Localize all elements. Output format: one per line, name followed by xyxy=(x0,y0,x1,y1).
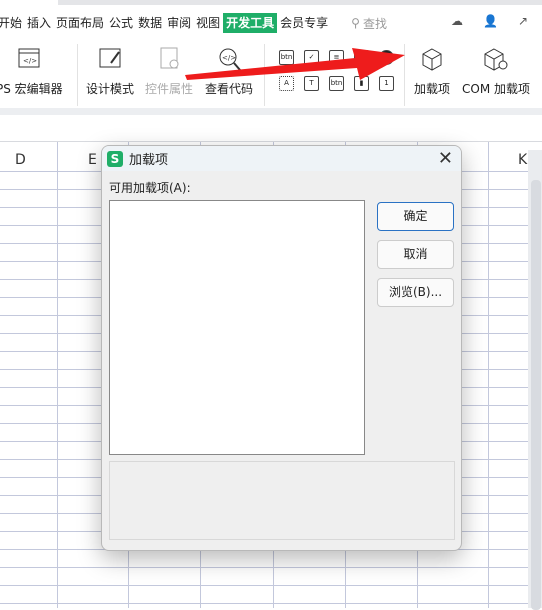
toggle-button-control-icon[interactable]: btn xyxy=(329,76,344,91)
control-properties-icon xyxy=(160,47,179,69)
description-box xyxy=(109,461,455,540)
view-code-icon: </> xyxy=(219,48,241,71)
top-icons: ☁ 👤 ↗ xyxy=(451,14,528,28)
tab-developer[interactable]: 开发工具 xyxy=(223,13,278,33)
tab-review[interactable]: 审阅 xyxy=(165,13,193,33)
macro-editor-button[interactable]: </> PS 宏编辑器 xyxy=(0,46,63,97)
macro-editor-label: PS 宏编辑器 xyxy=(0,82,63,96)
textbox-control-icon[interactable]: T xyxy=(304,76,319,91)
svg-text:</>: </> xyxy=(23,57,37,65)
tab-data[interactable]: 数据 xyxy=(136,13,164,33)
dialog-title: 加载项 xyxy=(129,153,169,168)
vertical-scrollbar[interactable] xyxy=(528,150,542,610)
ribbon-tabs: 开始 插入 页面布局 公式 数据 审阅 视图 开发工具 会员专享 ⚲ 查找 xyxy=(0,12,387,34)
spin-control-icon[interactable]: 1 xyxy=(379,76,394,91)
column-line xyxy=(488,142,489,608)
cancel-button[interactable]: 取消 xyxy=(377,240,454,269)
view-code-label: 查看代码 xyxy=(205,82,254,96)
tab-insert[interactable]: 插入 xyxy=(25,13,53,33)
scrollbar-control-icon[interactable]: ▮ xyxy=(354,76,369,91)
com-addins-label: COM 加载项 xyxy=(462,82,530,96)
available-addins-list[interactable] xyxy=(109,200,365,455)
ribbon-divider xyxy=(0,108,542,115)
browse-button[interactable]: 浏览(B)... xyxy=(377,278,454,307)
scrollbar-thumb[interactable] xyxy=(531,180,541,610)
design-mode-button[interactable]: 设计模式 xyxy=(86,46,134,97)
listbox-control-icon[interactable] xyxy=(354,50,369,65)
search-label: 查找 xyxy=(362,16,387,31)
button-control-icon[interactable]: btn xyxy=(279,50,294,65)
addins-label: 加载项 xyxy=(414,82,451,96)
title-strip xyxy=(58,0,542,5)
combo-control-icon[interactable]: ≡ xyxy=(329,50,344,65)
com-addins-button[interactable]: COM 加载项 xyxy=(462,46,530,97)
control-properties-label: 控件属性 xyxy=(145,82,194,96)
addins-button[interactable]: 加载项 xyxy=(414,46,450,97)
search-icon: ⚲ xyxy=(351,16,360,30)
column-header-d[interactable]: D xyxy=(15,152,26,168)
label-control-icon[interactable]: A xyxy=(279,76,294,91)
tab-start[interactable]: 开始 xyxy=(0,13,24,33)
share-icon[interactable]: ↗ xyxy=(518,14,528,28)
available-addins-label: 可用加载项(A): xyxy=(109,181,191,195)
ok-button[interactable]: 确定 xyxy=(377,202,454,231)
search-button[interactable]: ⚲ 查找 xyxy=(351,15,387,32)
tab-page-layout[interactable]: 页面布局 xyxy=(54,13,106,33)
tab-view[interactable]: 视图 xyxy=(194,13,222,33)
control-properties-button[interactable]: 控件属性 xyxy=(145,46,193,97)
cube-gear-icon xyxy=(484,48,508,71)
column-line xyxy=(57,142,58,608)
separator xyxy=(264,44,265,106)
wps-spreadsheet-logo-icon: S xyxy=(107,150,123,167)
tab-member[interactable]: 会员专享 xyxy=(278,13,330,33)
dialog-titlebar: S 加载项 ✕ xyxy=(102,146,461,171)
separator xyxy=(77,44,78,106)
design-mode-label: 设计模式 xyxy=(86,82,135,96)
tab-formula[interactable]: 公式 xyxy=(107,13,135,33)
column-header-k[interactable]: K xyxy=(518,152,527,168)
separator xyxy=(404,44,405,106)
view-code-button[interactable]: </> 查看代码 xyxy=(205,46,253,97)
formula-bar[interactable] xyxy=(0,115,542,142)
column-header-e[interactable]: E xyxy=(88,152,97,168)
add-user-icon[interactable]: 👤 xyxy=(483,14,498,28)
checkbox-control-icon[interactable]: ✓ xyxy=(304,50,319,65)
radio-control-icon[interactable] xyxy=(379,50,394,65)
ribbon: </> PS 宏编辑器 设计模式 控件属性 </> 查看代码 btn ✓ ≡ A… xyxy=(0,40,542,108)
cube-icon xyxy=(422,48,442,71)
addins-dialog: S 加载项 ✕ 可用加载项(A): 确定 取消 浏览(B)... xyxy=(101,145,462,551)
svg-text:</>: </> xyxy=(222,54,236,62)
cloud-icon[interactable]: ☁ xyxy=(451,14,463,28)
close-icon[interactable]: ✕ xyxy=(438,148,453,169)
design-mode-icon xyxy=(99,48,121,68)
macro-editor-icon: </> xyxy=(18,48,40,68)
